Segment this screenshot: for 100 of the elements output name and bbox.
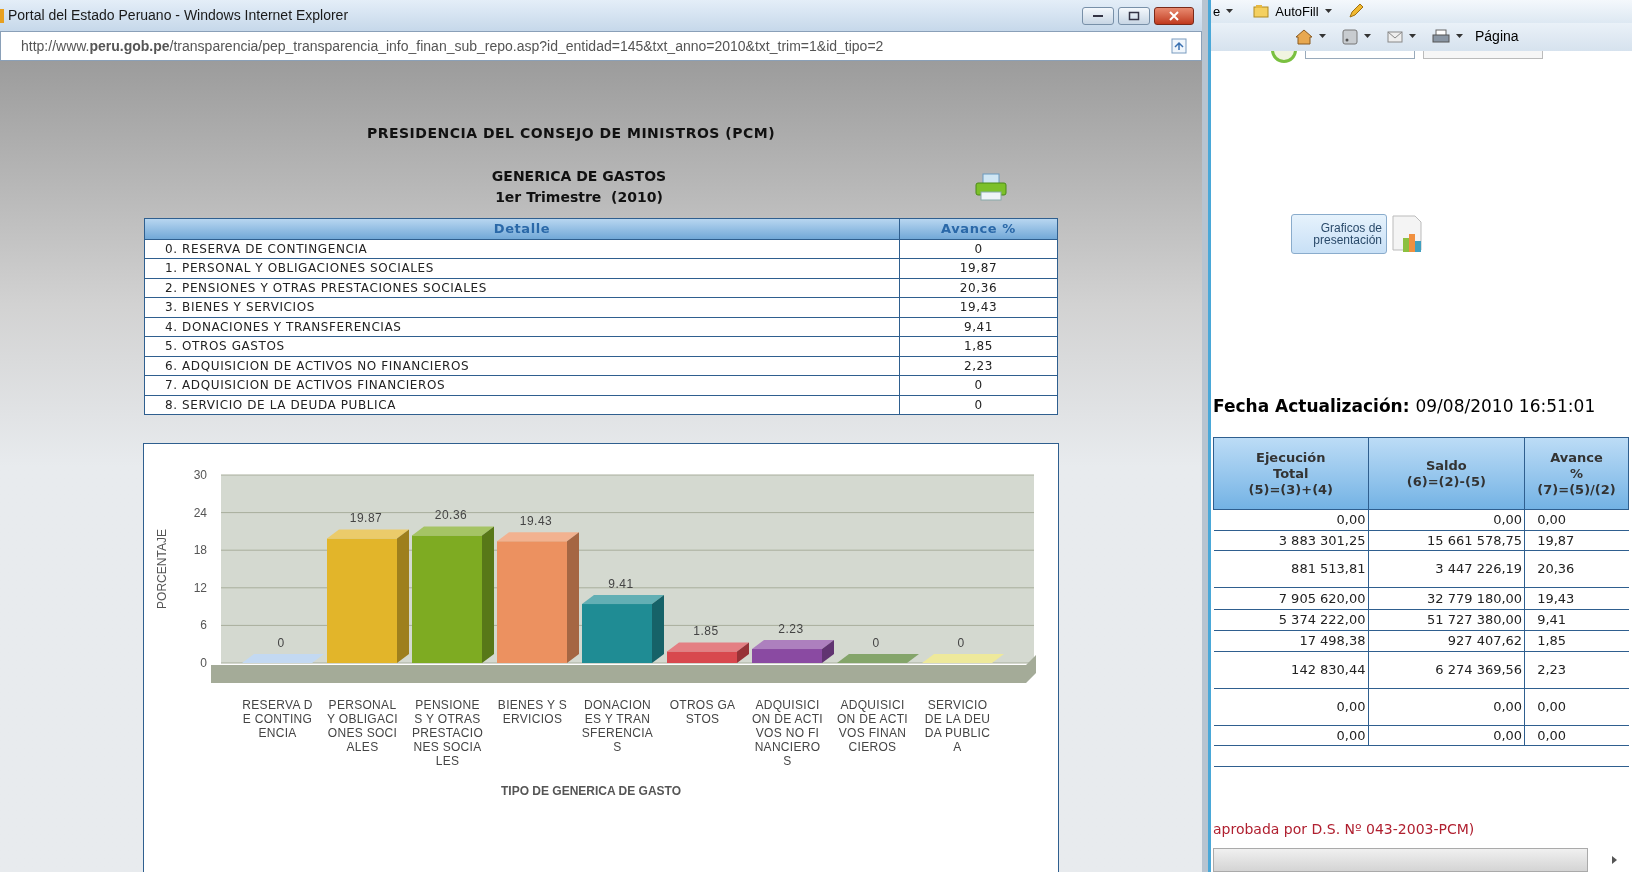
- charts-button[interactable]: Graficos de presentación: [1291, 213, 1387, 254]
- toolbar-partial-text[interactable]: e: [1213, 1, 1221, 21]
- chart-document-icon: [1389, 213, 1425, 254]
- y-tick-label: 18: [193, 543, 207, 558]
- table-cell: 927 407,62: [1368, 630, 1525, 651]
- caret-icon: [1364, 34, 1371, 40]
- report-period: 1er Trimestre (2010): [495, 188, 663, 207]
- table-cell: 19,43: [1524, 587, 1629, 610]
- data-label: 9.41: [608, 577, 634, 592]
- data-label: 0: [277, 636, 285, 650]
- table-cell: 0,00: [1213, 725, 1369, 746]
- update-label: Fecha Actualización:: [1213, 394, 1410, 418]
- category-label: OTROS GASTOS: [668, 698, 737, 728]
- table-cell: 0,00: [1368, 725, 1525, 746]
- y-axis-title: PORCENTAJE: [155, 529, 169, 609]
- table-cell: 0,00: [1524, 725, 1629, 746]
- table-cell: 0,00: [1524, 688, 1629, 725]
- data-label: 20.36: [434, 508, 468, 523]
- page-menu[interactable]: Página: [1475, 26, 1519, 48]
- data-label: 19.87: [349, 511, 383, 526]
- maximize-icon: [1128, 10, 1140, 21]
- table-cell: 1,85: [899, 336, 1058, 356]
- address-bar[interactable]: http://www.peru.gob.pe/transparencia/pep_transparencia_info_finan_sub_repo.asp?id_entidad=145&txt_anno=2010&txt_trim=1&id_tipo=2: [0, 31, 1202, 61]
- column-header: Ejecución Total (5)=(3)+(4): [1213, 437, 1369, 510]
- table-cell: 142 830,44: [1213, 651, 1369, 688]
- table-cell: 0. RESERVA DE CONTINGENCIA: [144, 239, 900, 259]
- table-cell: 0,00: [1368, 688, 1525, 725]
- table-cell: 4. DONACIONES Y TRANSFERENCIAS: [144, 317, 900, 337]
- data-label: 1.85: [693, 624, 719, 639]
- table-cell: 0,00: [1213, 688, 1369, 725]
- autofill-button[interactable]: AutoFill: [1275, 1, 1319, 21]
- table-cell: 20,36: [1524, 550, 1629, 588]
- y-tick-label: 30: [193, 468, 207, 482]
- table-cell: 0,00: [1524, 509, 1629, 530]
- report-title: GENERICA DE GASTOS: [491, 167, 667, 186]
- column-header: Detalle: [144, 218, 900, 239]
- table-cell: 6. ADQUISICION DE ACTIVOS NO FINANCIEROS: [144, 356, 900, 376]
- table-cell: 51 727 380,00: [1368, 609, 1525, 630]
- close-icon: [1168, 10, 1180, 21]
- category-label: ADQUISICION DE ACTIVOS NO FINANCIEROS: [751, 698, 824, 768]
- update-date: 09/08/2010 16:51:01: [1415, 394, 1596, 418]
- compatibility-icon[interactable]: [1171, 38, 1187, 54]
- table-cell: 7 905 620,00: [1213, 587, 1369, 610]
- table-cell: 0: [899, 239, 1058, 259]
- agency-heading: PRESIDENCIA DEL CONSEJO DE MINISTROS (PCM): [366, 124, 776, 143]
- category-label: ADQUISICION DE ACTIVOS FINANCIEROS: [836, 698, 909, 756]
- column-header: Avance %: [899, 218, 1058, 239]
- maximize-button[interactable]: [1118, 6, 1150, 25]
- bar: [752, 649, 822, 663]
- caret-icon: [1324, 8, 1332, 14]
- table-cell: 8. SERVICIO DE LA DEUDA PUBLICA: [144, 395, 900, 415]
- table-cell: 0,00: [1213, 509, 1369, 530]
- data-label: 0: [872, 636, 880, 650]
- y-tick-label: 6: [200, 618, 207, 633]
- table-cell: 7. ADQUISICION DE ACTIVOS FINANCIEROS: [144, 375, 900, 395]
- table-cell: 17 498,38: [1213, 630, 1369, 651]
- column-header: Avance % (7)=(5)/(2): [1524, 437, 1629, 510]
- table-cell: 9,41: [1524, 609, 1629, 630]
- print-icon[interactable]: [1432, 28, 1450, 45]
- scroll-right-icon[interactable]: [1612, 856, 1617, 864]
- table-cell: 0: [899, 395, 1058, 415]
- table-cell: 19,43: [899, 297, 1058, 317]
- table-cell: 5 374 222,00: [1213, 609, 1369, 630]
- home-icon[interactable]: [1295, 28, 1313, 45]
- window-title: Portal del Estado Peruano - Windows Internet Explorer: [8, 6, 349, 25]
- table-cell: 1,85: [1524, 630, 1629, 651]
- bar: [667, 651, 737, 663]
- footnote-text: aprobada por D.S. Nº 043-2003-PCM): [1213, 820, 1476, 839]
- pencil-icon[interactable]: [1347, 3, 1364, 20]
- y-tick-label: 0: [200, 656, 207, 670]
- printer-icon[interactable]: [974, 172, 1008, 202]
- data-label: 2.23: [778, 622, 804, 637]
- bar: [582, 604, 652, 663]
- y-tick-label: 24: [193, 505, 207, 520]
- table-cell: 3 883 301,25: [1213, 530, 1369, 551]
- mail-icon[interactable]: [1387, 30, 1403, 43]
- table-cell: 1. PERSONAL Y OBLIGACIONES SOCIALES: [144, 258, 900, 278]
- category-label: SERVICIO DE LA DEUDA PUBLICA: [923, 698, 992, 756]
- minimize-button[interactable]: [1082, 6, 1114, 25]
- table-cell: 9,41: [899, 317, 1058, 337]
- category-label: RESERVA DE CONTINGENCIA: [241, 698, 314, 742]
- category-label: PERSONAL Y OBLIGACIONES SOCIALES: [326, 698, 399, 756]
- table-cell: 2,23: [1524, 651, 1629, 688]
- table-cell: 20,36: [899, 278, 1058, 298]
- table-cell: 6 274 369,56: [1368, 651, 1525, 688]
- category-label: DONACIONES Y TRANSFERENCIAS: [581, 698, 654, 756]
- caret-icon: [1456, 34, 1463, 40]
- table-cell: 881 513,81: [1213, 550, 1369, 588]
- close-button[interactable]: [1154, 6, 1194, 25]
- url-text: http://www.peru.gob.pe/transparencia/pep_transparencia_info_finan_sub_repo.asp?id_entidad=145&txt_anno=2010&txt_trim=1&id_tipo=2: [21, 36, 884, 56]
- category-label: PENSIONES Y OTRAS PRESTACIONES SOCIALES: [411, 698, 484, 768]
- caret-icon: [1226, 8, 1234, 14]
- caret-icon: [1319, 34, 1326, 40]
- data-label: 19.43: [519, 514, 553, 529]
- table-cell: 3. BIENES Y SERVICIOS: [144, 297, 900, 317]
- category-label: BIENES Y SERVICIOS: [496, 698, 569, 728]
- table-cell: 2. PENSIONES Y OTRAS PRESTACIONES SOCIALES: [144, 278, 900, 298]
- table-cell: 2,23: [899, 356, 1058, 376]
- table-cell: 0: [899, 375, 1058, 395]
- table-cell: 19,87: [1524, 530, 1629, 551]
